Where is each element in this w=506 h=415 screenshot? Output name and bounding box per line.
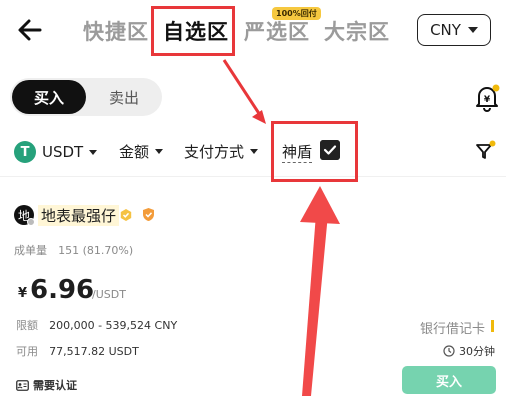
- verification-required: 需要认证: [16, 377, 77, 393]
- coin-filter[interactable]: T USDT: [14, 141, 98, 163]
- caret-down-icon: [250, 149, 259, 154]
- hot-tag-badge: 100%回付: [272, 7, 321, 20]
- coin-filter-label: USDT: [42, 143, 84, 161]
- usdt-icon: T: [14, 141, 36, 163]
- caret-down-icon: [155, 149, 164, 154]
- payment-filter[interactable]: 支付方式: [184, 141, 259, 162]
- arrow-up-to-shield-icon: [300, 186, 340, 396]
- id-card-icon: [16, 379, 29, 391]
- caret-down-icon: [89, 149, 98, 155]
- amount-filter[interactable]: 金额: [119, 141, 164, 162]
- sell-toggle-button[interactable]: 卖出: [88, 80, 160, 114]
- verification-label: 需要认证: [33, 379, 77, 392]
- chevron-down-icon: [467, 27, 478, 33]
- volume-value: 151 (81.70%): [58, 244, 134, 257]
- bell-icon[interactable]: ¥: [474, 84, 500, 112]
- price-currency-symbol: ¥: [18, 286, 28, 301]
- time-limit: 30分钟: [443, 343, 495, 359]
- buy-toggle-button[interactable]: 买入: [12, 80, 86, 114]
- payment-filter-label: 支付方式: [184, 143, 245, 161]
- amount-filter-label: 金额: [119, 143, 150, 161]
- clock-icon: [443, 345, 455, 357]
- gold-merchant-badge-icon: [120, 209, 132, 221]
- svg-text:¥: ¥: [484, 95, 491, 105]
- shield-checkbox[interactable]: [320, 140, 340, 160]
- price-value: 6.96: [30, 275, 95, 305]
- time-limit-value: 30分钟: [459, 345, 495, 358]
- volume-row: 成单量 151 (81.70%): [14, 239, 133, 258]
- payment-method-indicator: [491, 320, 494, 332]
- available-value: 77,517.82 USDT: [49, 345, 139, 358]
- volume-label: 成单量: [14, 244, 47, 257]
- currency-select[interactable]: CNY: [417, 14, 491, 46]
- online-status-dot: [27, 218, 35, 226]
- payment-method-label: 银行借记卡: [420, 322, 486, 337]
- limit-row: 限额 200,000 - 539,524 CNY: [16, 314, 177, 333]
- limit-value: 200,000 - 539,524 CNY: [49, 319, 178, 332]
- tab-self-select[interactable]: 自选区: [163, 16, 229, 46]
- back-arrow-icon[interactable]: [14, 14, 46, 46]
- arrow-to-tab-icon: [222, 59, 266, 124]
- tab-quick[interactable]: 快捷区: [83, 16, 149, 46]
- currency-value: CNY: [430, 21, 461, 39]
- buy-button[interactable]: 买入: [402, 366, 496, 394]
- available-label: 可用: [16, 345, 38, 358]
- divider: [0, 176, 506, 177]
- available-row: 可用 77,517.82 USDT: [16, 340, 139, 359]
- limit-label: 限额: [16, 319, 38, 332]
- shield-badge-icon: [143, 208, 154, 221]
- filter-funnel-icon[interactable]: [474, 140, 496, 162]
- tab-strict-select[interactable]: 严选区: [244, 16, 310, 46]
- tab-bulk[interactable]: 大宗区: [324, 16, 390, 46]
- shield-filter-label[interactable]: 神盾: [282, 141, 313, 163]
- price-unit: /USDT: [92, 288, 126, 301]
- merchant-name[interactable]: 地表最强仔: [38, 205, 120, 226]
